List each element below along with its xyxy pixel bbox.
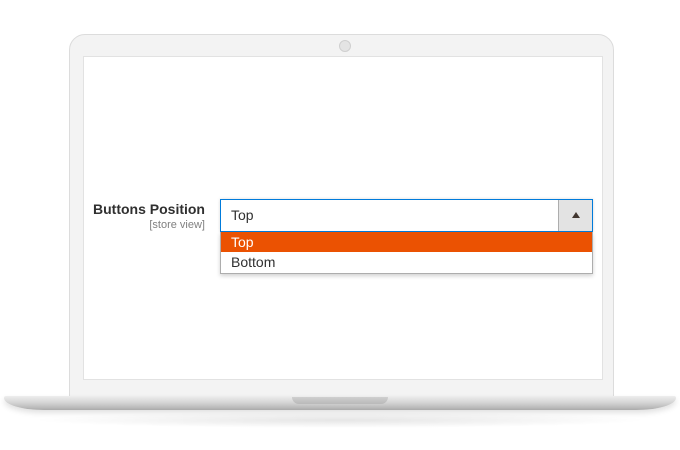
dropdown-options-list: Top Bottom xyxy=(220,232,593,274)
option-top[interactable]: Top xyxy=(221,232,592,252)
buttons-position-label: Buttons Position xyxy=(93,201,205,217)
dropdown-toggle-button[interactable] xyxy=(558,200,592,231)
buttons-position-select[interactable]: Top xyxy=(220,199,593,232)
laptop-shadow xyxy=(30,412,650,428)
webcam-icon xyxy=(339,40,351,52)
laptop-mockup: Buttons Position [store view] Top Top Bo… xyxy=(0,0,680,450)
option-bottom[interactable]: Bottom xyxy=(221,252,592,272)
field-label: Buttons Position [store view] xyxy=(93,201,205,232)
select-current-value: Top xyxy=(231,207,254,223)
store-view-scope-label: [store view] xyxy=(149,219,205,231)
laptop-notch xyxy=(292,397,388,404)
caret-up-icon xyxy=(572,212,580,218)
